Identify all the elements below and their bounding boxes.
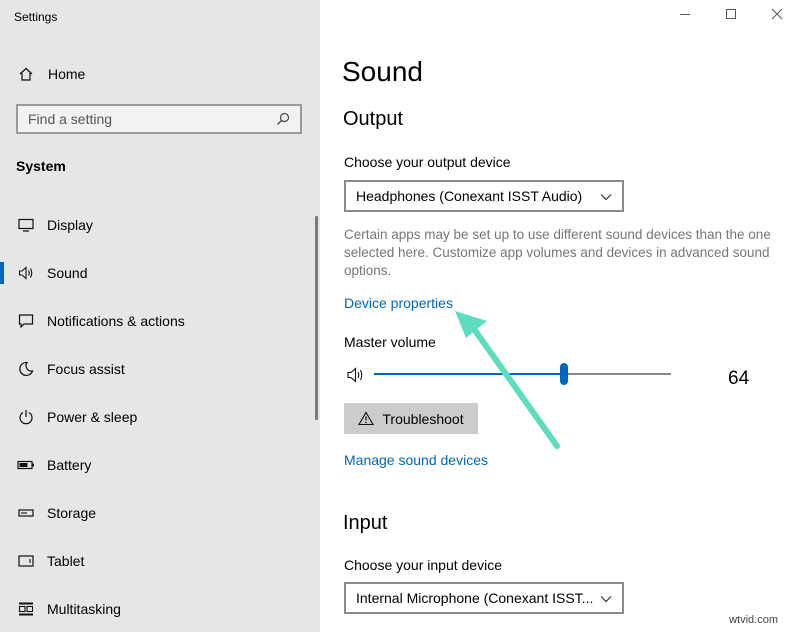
annotation-arrow — [455, 311, 560, 449]
watermark: wtvid.com — [729, 614, 778, 626]
